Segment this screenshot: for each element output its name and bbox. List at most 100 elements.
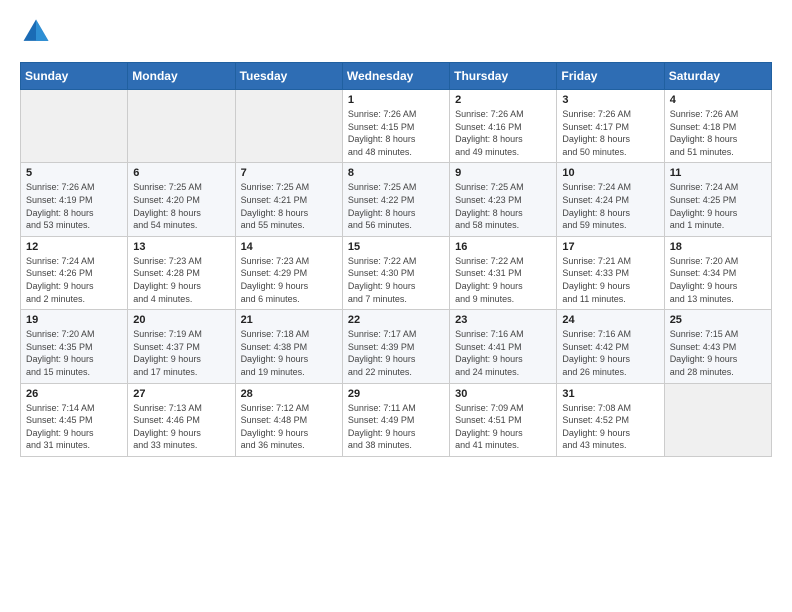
calendar-cell: 13 Sunrise: 7:23 AM Sunset: 4:28 PM Dayli… <box>128 236 235 309</box>
calendar-cell <box>128 90 235 163</box>
day-number: 26 <box>26 388 122 400</box>
day-info: Sunrise: 7:15 AM Sunset: 4:43 PM Dayligh… <box>670 328 766 378</box>
day-number: 1 <box>348 94 444 106</box>
header <box>20 16 772 48</box>
calendar-cell: 29 Sunrise: 7:11 AM Sunset: 4:49 PM Dayli… <box>342 383 449 456</box>
day-info: Sunrise: 7:26 AM Sunset: 4:18 PM Dayligh… <box>670 108 766 158</box>
day-number: 22 <box>348 314 444 326</box>
week-row-1: 1 Sunrise: 7:26 AM Sunset: 4:15 PM Daylig… <box>21 90 772 163</box>
day-number: 17 <box>562 241 658 253</box>
calendar-cell: 15 Sunrise: 7:22 AM Sunset: 4:30 PM Dayli… <box>342 236 449 309</box>
day-number: 5 <box>26 167 122 179</box>
calendar-cell: 9 Sunrise: 7:25 AM Sunset: 4:23 PM Daylig… <box>450 163 557 236</box>
day-info: Sunrise: 7:25 AM Sunset: 4:21 PM Dayligh… <box>241 181 337 231</box>
calendar-cell: 19Sunrise: 7:20 AM Sunset: 4:35 PM Dayli… <box>21 310 128 383</box>
day-number: 18 <box>670 241 766 253</box>
day-number: 30 <box>455 388 551 400</box>
page: SundayMondayTuesdayWednesdayThursdayFrid… <box>0 0 792 477</box>
day-number: 9 <box>455 167 551 179</box>
day-header-saturday: Saturday <box>664 63 771 90</box>
calendar-cell: 24 Sunrise: 7:16 AM Sunset: 4:42 PM Dayli… <box>557 310 664 383</box>
calendar-cell: 8Sunrise: 7:25 AM Sunset: 4:22 PM Daylig… <box>342 163 449 236</box>
day-info: Sunrise: 7:14 AM Sunset: 4:45 PM Dayligh… <box>26 402 122 452</box>
calendar-cell: 16 Sunrise: 7:22 AM Sunset: 4:31 PM Dayli… <box>450 236 557 309</box>
calendar-header-row: SundayMondayTuesdayWednesdayThursdayFrid… <box>21 63 772 90</box>
day-info: Sunrise: 7:22 AM Sunset: 4:31 PM Dayligh… <box>455 255 551 305</box>
day-info: Sunrise: 7:23 AM Sunset: 4:28 PM Dayligh… <box>133 255 229 305</box>
day-info: Sunrise: 7:23 AM Sunset: 4:29 PM Dayligh… <box>241 255 337 305</box>
day-number: 15 <box>348 241 444 253</box>
week-row-4: 19Sunrise: 7:20 AM Sunset: 4:35 PM Dayli… <box>21 310 772 383</box>
calendar-cell: 23 Sunrise: 7:16 AM Sunset: 4:41 PM Dayli… <box>450 310 557 383</box>
day-info: Sunrise: 7:26 AM Sunset: 4:15 PM Dayligh… <box>348 108 444 158</box>
day-number: 19 <box>26 314 122 326</box>
calendar-cell <box>664 383 771 456</box>
day-number: 25 <box>670 314 766 326</box>
day-info: Sunrise: 7:25 AM Sunset: 4:20 PM Dayligh… <box>133 181 229 231</box>
calendar-cell: 6 Sunrise: 7:25 AM Sunset: 4:20 PM Daylig… <box>128 163 235 236</box>
day-number: 13 <box>133 241 229 253</box>
day-info: Sunrise: 7:22 AM Sunset: 4:30 PM Dayligh… <box>348 255 444 305</box>
day-info: Sunrise: 7:09 AM Sunset: 4:51 PM Dayligh… <box>455 402 551 452</box>
calendar-cell: 22 Sunrise: 7:17 AM Sunset: 4:39 PM Dayli… <box>342 310 449 383</box>
calendar-cell: 21Sunrise: 7:18 AM Sunset: 4:38 PM Dayli… <box>235 310 342 383</box>
day-info: Sunrise: 7:25 AM Sunset: 4:23 PM Dayligh… <box>455 181 551 231</box>
calendar-cell: 3Sunrise: 7:26 AM Sunset: 4:17 PM Daylig… <box>557 90 664 163</box>
day-info: Sunrise: 7:16 AM Sunset: 4:42 PM Dayligh… <box>562 328 658 378</box>
calendar-cell: 17 Sunrise: 7:21 AM Sunset: 4:33 PM Dayli… <box>557 236 664 309</box>
calendar-cell: 7 Sunrise: 7:25 AM Sunset: 4:21 PM Daylig… <box>235 163 342 236</box>
day-number: 28 <box>241 388 337 400</box>
calendar-cell: 11 Sunrise: 7:24 AM Sunset: 4:25 PM Dayli… <box>664 163 771 236</box>
day-info: Sunrise: 7:16 AM Sunset: 4:41 PM Dayligh… <box>455 328 551 378</box>
day-header-wednesday: Wednesday <box>342 63 449 90</box>
day-number: 10 <box>562 167 658 179</box>
day-number: 2 <box>455 94 551 106</box>
logo-icon <box>20 16 52 48</box>
calendar-cell: 27 Sunrise: 7:13 AM Sunset: 4:46 PM Dayli… <box>128 383 235 456</box>
day-header-tuesday: Tuesday <box>235 63 342 90</box>
calendar-cell: 1 Sunrise: 7:26 AM Sunset: 4:15 PM Daylig… <box>342 90 449 163</box>
day-info: Sunrise: 7:21 AM Sunset: 4:33 PM Dayligh… <box>562 255 658 305</box>
day-info: Sunrise: 7:24 AM Sunset: 4:24 PM Dayligh… <box>562 181 658 231</box>
calendar-cell: 31 Sunrise: 7:08 AM Sunset: 4:52 PM Dayli… <box>557 383 664 456</box>
week-row-3: 12 Sunrise: 7:24 AM Sunset: 4:26 PM Dayli… <box>21 236 772 309</box>
day-info: Sunrise: 7:12 AM Sunset: 4:48 PM Dayligh… <box>241 402 337 452</box>
day-number: 6 <box>133 167 229 179</box>
day-info: Sunrise: 7:24 AM Sunset: 4:26 PM Dayligh… <box>26 255 122 305</box>
calendar-cell: 5 Sunrise: 7:26 AM Sunset: 4:19 PM Daylig… <box>21 163 128 236</box>
week-row-2: 5 Sunrise: 7:26 AM Sunset: 4:19 PM Daylig… <box>21 163 772 236</box>
day-info: Sunrise: 7:26 AM Sunset: 4:17 PM Dayligh… <box>562 108 658 158</box>
day-number: 20 <box>133 314 229 326</box>
logo <box>20 16 56 48</box>
day-info: Sunrise: 7:13 AM Sunset: 4:46 PM Dayligh… <box>133 402 229 452</box>
day-info: Sunrise: 7:26 AM Sunset: 4:16 PM Dayligh… <box>455 108 551 158</box>
day-header-friday: Friday <box>557 63 664 90</box>
day-number: 14 <box>241 241 337 253</box>
day-info: Sunrise: 7:11 AM Sunset: 4:49 PM Dayligh… <box>348 402 444 452</box>
day-info: Sunrise: 7:24 AM Sunset: 4:25 PM Dayligh… <box>670 181 766 231</box>
day-info: Sunrise: 7:08 AM Sunset: 4:52 PM Dayligh… <box>562 402 658 452</box>
day-number: 11 <box>670 167 766 179</box>
day-number: 23 <box>455 314 551 326</box>
week-row-5: 26 Sunrise: 7:14 AM Sunset: 4:45 PM Dayli… <box>21 383 772 456</box>
day-info: Sunrise: 7:19 AM Sunset: 4:37 PM Dayligh… <box>133 328 229 378</box>
calendar-cell: 2 Sunrise: 7:26 AM Sunset: 4:16 PM Daylig… <box>450 90 557 163</box>
calendar-cell: 30 Sunrise: 7:09 AM Sunset: 4:51 PM Dayli… <box>450 383 557 456</box>
day-info: Sunrise: 7:17 AM Sunset: 4:39 PM Dayligh… <box>348 328 444 378</box>
day-number: 29 <box>348 388 444 400</box>
calendar-cell: 4 Sunrise: 7:26 AM Sunset: 4:18 PM Daylig… <box>664 90 771 163</box>
day-number: 12 <box>26 241 122 253</box>
day-header-monday: Monday <box>128 63 235 90</box>
day-number: 16 <box>455 241 551 253</box>
day-info: Sunrise: 7:26 AM Sunset: 4:19 PM Dayligh… <box>26 181 122 231</box>
day-info: Sunrise: 7:20 AM Sunset: 4:34 PM Dayligh… <box>670 255 766 305</box>
day-number: 31 <box>562 388 658 400</box>
calendar-cell: 10 Sunrise: 7:24 AM Sunset: 4:24 PM Dayli… <box>557 163 664 236</box>
calendar-cell: 20 Sunrise: 7:19 AM Sunset: 4:37 PM Dayli… <box>128 310 235 383</box>
calendar-cell: 28 Sunrise: 7:12 AM Sunset: 4:48 PM Dayli… <box>235 383 342 456</box>
day-number: 21 <box>241 314 337 326</box>
day-number: 7 <box>241 167 337 179</box>
day-number: 24 <box>562 314 658 326</box>
day-number: 27 <box>133 388 229 400</box>
day-number: 4 <box>670 94 766 106</box>
